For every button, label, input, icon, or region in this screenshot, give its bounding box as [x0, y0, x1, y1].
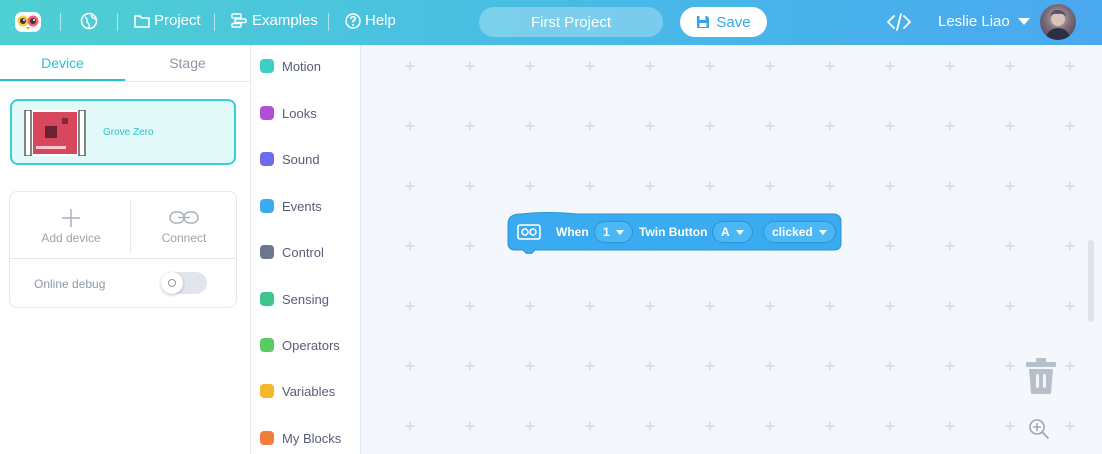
add-device-button[interactable]: Add device	[14, 202, 128, 258]
category-label: Motion	[282, 58, 322, 74]
top-bar: Project Examples Help First Project Save…	[0, 0, 1102, 45]
block-categories: Motion Looks Sound Events Control Sensin…	[251, 45, 361, 454]
link-icon	[169, 211, 199, 224]
header-divider	[117, 13, 118, 31]
owl-logo-icon[interactable]	[14, 10, 42, 34]
user-menu[interactable]: Leslie Liao	[938, 13, 1030, 30]
category-events[interactable]: Events	[260, 195, 322, 217]
avatar[interactable]	[1040, 4, 1076, 40]
chevron-down-icon	[1017, 18, 1030, 25]
category-color-dot	[260, 292, 274, 306]
category-my-blocks[interactable]: My Blocks	[260, 427, 341, 449]
category-label: Sensing	[282, 291, 329, 307]
button-dropdown[interactable]: A	[712, 221, 753, 243]
save-button[interactable]: Save	[680, 7, 767, 37]
tab-stage[interactable]: Stage	[125, 45, 250, 81]
category-operators[interactable]: Operators	[260, 334, 340, 356]
category-label: Variables	[282, 383, 336, 399]
folder-icon	[134, 14, 150, 28]
examples-menu[interactable]: Examples	[231, 12, 318, 29]
category-sound[interactable]: Sound	[260, 148, 320, 170]
number-dropdown-value: 1	[603, 225, 610, 239]
category-motion[interactable]: Motion	[260, 55, 321, 77]
online-debug-toggle[interactable]	[161, 272, 207, 294]
twin-button-label: Twin Button	[639, 225, 708, 239]
category-control[interactable]: Control	[260, 241, 324, 263]
category-color-dot	[260, 245, 274, 259]
category-color-dot	[260, 338, 274, 352]
category-color-dot	[260, 106, 274, 120]
device-name: Grove Zero	[103, 127, 154, 138]
plus-icon	[62, 209, 80, 227]
twin-button-icon	[517, 224, 541, 240]
add-device-label: Add device	[41, 231, 101, 245]
caret-down-icon	[735, 229, 744, 235]
zoom-in-icon[interactable]	[1028, 418, 1050, 440]
connect-label: Connect	[161, 231, 207, 245]
project-menu[interactable]: Project	[134, 12, 201, 29]
avatar-image	[1045, 9, 1071, 40]
device-actions: Add device Connect Online debug	[9, 191, 237, 308]
action-dropdown[interactable]: clicked	[763, 221, 836, 243]
user-name-text: Leslie Liao	[938, 13, 1010, 30]
number-dropdown[interactable]: 1	[594, 221, 633, 243]
help-menu[interactable]: Help	[345, 12, 396, 29]
category-color-dot	[260, 59, 274, 73]
connect-button[interactable]: Connect	[127, 202, 241, 258]
online-debug-label: Online debug	[34, 277, 106, 291]
caret-down-icon	[818, 229, 827, 235]
toggle-knob	[161, 272, 183, 294]
floppy-disk-icon	[697, 16, 710, 28]
button-dropdown-value: A	[721, 225, 730, 239]
category-color-dot	[260, 384, 274, 398]
action-dropdown-value: clicked	[772, 225, 813, 239]
category-color-dot	[260, 431, 274, 445]
category-label: Events	[282, 198, 322, 214]
examples-menu-label: Examples	[252, 12, 318, 29]
device-panel: Device Stage Grove Zero Add device Conne…	[0, 45, 251, 454]
when-label: When	[556, 225, 589, 239]
category-label: Looks	[282, 105, 317, 121]
caret-down-icon	[615, 229, 624, 235]
panel-tabs: Device Stage	[0, 45, 250, 82]
category-color-dot	[260, 199, 274, 213]
save-button-label: Save	[716, 13, 751, 31]
device-card-grove-zero[interactable]: Grove Zero	[10, 99, 236, 165]
trash-icon[interactable]	[1025, 357, 1057, 395]
header-divider	[60, 13, 61, 31]
twin-button-event-block[interactable]: When 1 Twin Button A clicked	[507, 212, 842, 254]
grove-zero-board-image	[24, 110, 86, 156]
category-looks[interactable]: Looks	[260, 102, 317, 124]
category-variables[interactable]: Variables	[260, 380, 335, 402]
category-label: Control	[282, 244, 324, 260]
tab-device[interactable]: Device	[0, 45, 125, 81]
project-menu-label: Project	[154, 12, 201, 29]
header-divider	[328, 13, 329, 31]
workspace-scrollbar[interactable]	[1088, 240, 1094, 322]
project-title-field[interactable]: First Project	[479, 7, 663, 37]
project-title-text: First Project	[530, 13, 611, 31]
category-color-dot	[260, 152, 274, 166]
category-sensing[interactable]: Sensing	[260, 288, 329, 310]
category-label: My Blocks	[282, 430, 342, 446]
divider	[10, 258, 236, 259]
help-menu-label: Help	[365, 12, 396, 29]
category-label: Operators	[282, 337, 340, 353]
help-icon	[345, 12, 361, 29]
examples-icon	[231, 13, 247, 28]
category-label: Sound	[282, 151, 320, 167]
code-view-icon[interactable]	[886, 12, 912, 32]
header-divider	[214, 13, 215, 31]
globe-icon[interactable]	[80, 12, 102, 30]
